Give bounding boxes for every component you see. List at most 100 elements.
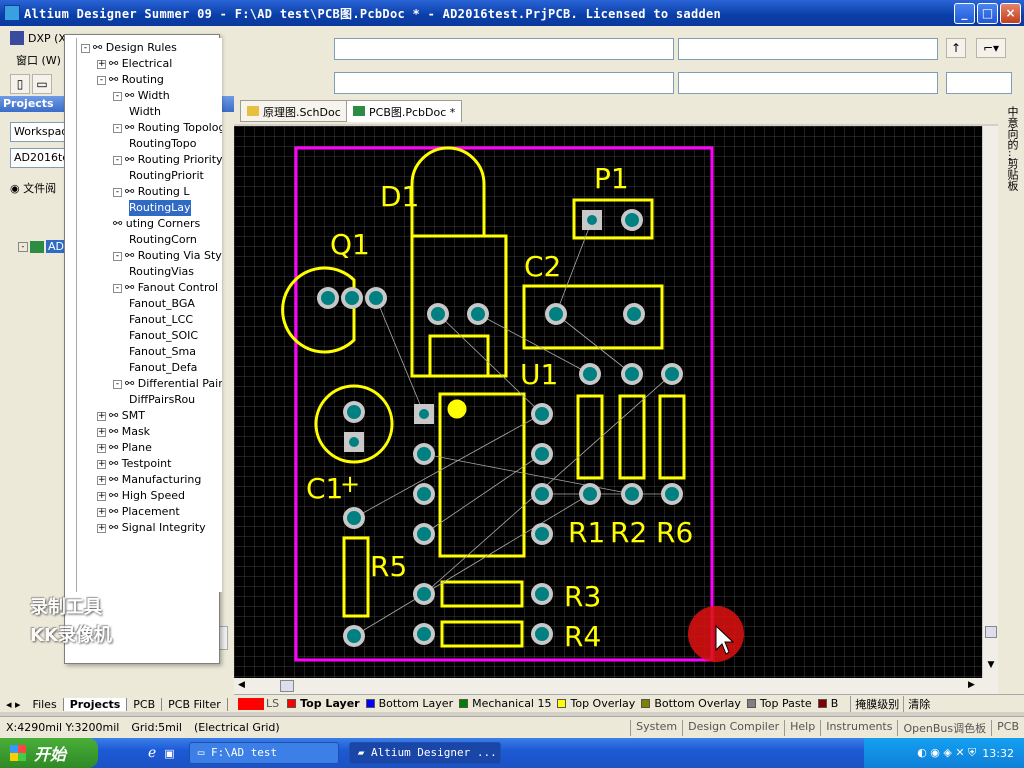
left-tab[interactable]: Files	[27, 697, 64, 711]
layer-tab[interactable]: Top Layer	[287, 697, 360, 710]
rule-tree-item[interactable]: Fanout_BGA	[129, 296, 195, 312]
expand-icon[interactable]: +	[97, 59, 106, 69]
rule-tree-item[interactable]: - ⚯ Design Rules	[81, 40, 177, 56]
toolbar-dropdown-2[interactable]	[678, 38, 938, 60]
rule-tree-item[interactable]: RoutingCorn	[129, 232, 197, 248]
expand-icon[interactable]: +	[97, 411, 106, 421]
expand-icon[interactable]: +	[97, 443, 106, 453]
left-tab[interactable]: PCB	[127, 697, 163, 711]
rule-tree-item[interactable]: + ⚯ Mask	[97, 424, 150, 440]
collapse-icon[interactable]: -	[113, 155, 122, 165]
rule-tree-item[interactable]: RoutingLay	[129, 200, 191, 216]
rule-tree-item[interactable]: - ⚯ Routing Via Styl	[113, 248, 222, 264]
desktop-icon[interactable]: ▣	[164, 747, 174, 760]
tab-nav-arrows-icon[interactable]: ◂ ▸	[0, 698, 27, 711]
scroll-right-icon[interactable]: ▶	[968, 680, 975, 690]
layer-set-button[interactable]: LS	[266, 697, 279, 710]
vscroll-thumb[interactable]	[985, 626, 997, 638]
layer-tab[interactable]: B	[817, 697, 838, 710]
close-button[interactable]: ×	[1000, 3, 1021, 24]
rule-tree-item[interactable]: + ⚯ Testpoint	[97, 456, 171, 472]
toolbar-dropdown-1[interactable]	[334, 38, 674, 60]
project-field[interactable]: AD2016te	[10, 148, 68, 168]
toolbar-dropdown-4[interactable]	[678, 72, 938, 94]
rule-tree-item[interactable]: + ⚯ Manufacturing	[97, 472, 201, 488]
layer-tab[interactable]: Bottom Layer	[365, 697, 453, 710]
maximize-button[interactable]: □	[977, 3, 998, 24]
collapse-icon[interactable]: -	[113, 251, 122, 261]
status-panel-button[interactable]: PCB	[991, 719, 1024, 736]
tab-schematic[interactable]: 原理图.SchDoc	[240, 100, 348, 122]
tray-icons[interactable]: ◐ ◉ ◈ ✕ ⛨	[917, 746, 976, 760]
hscroll-thumb[interactable]	[280, 680, 294, 692]
rule-tree-item[interactable]: - ⚯ Width	[113, 88, 170, 104]
collapse-icon[interactable]: -	[113, 379, 122, 389]
layer-tab[interactable]: Top Overlay	[557, 697, 635, 710]
expand-icon[interactable]: +	[97, 507, 106, 517]
rule-tree-item[interactable]: RoutingPriorit	[129, 168, 204, 184]
rule-tree-item[interactable]: DiffPairsRou	[129, 392, 195, 408]
collapse-icon[interactable]: -	[113, 283, 122, 293]
scroll-left-icon[interactable]: ◀	[238, 680, 245, 690]
rule-tree-item[interactable]: + ⚯ Placement	[97, 504, 180, 520]
toolbar-dropdown-3[interactable]	[334, 72, 674, 94]
rule-tree-item[interactable]: - ⚯ Routing L	[113, 184, 190, 200]
rule-tree-item[interactable]: ⚯ uting Corners	[113, 216, 200, 232]
expand-icon[interactable]: +	[97, 427, 106, 437]
collapse-icon[interactable]: -	[81, 43, 90, 53]
tab-pcb[interactable]: PCB图.PcbDoc *	[346, 100, 463, 122]
horizontal-scrollbar[interactable]: ◀ ▶	[234, 678, 998, 694]
rule-tree-item[interactable]: Fanout_Sma	[129, 344, 196, 360]
mask-level-button[interactable]: 掩膜级别	[850, 695, 903, 712]
rule-tree-item[interactable]: Fanout_SOIC	[129, 328, 198, 344]
rule-tree-item[interactable]: Fanout_LCC	[129, 312, 193, 328]
rule-tree-item[interactable]: - ⚯ Routing	[97, 72, 164, 88]
clipboard-panel-tab[interactable]: 剪贴板	[1004, 158, 1020, 191]
expand-icon[interactable]: +	[97, 475, 106, 485]
rule-tree-item[interactable]: Width	[129, 104, 161, 120]
rule-tree-item[interactable]: + ⚯ Electrical	[97, 56, 172, 72]
expand-icon[interactable]: +	[97, 459, 106, 469]
layer-tab[interactable]: Mechanical 15	[459, 697, 551, 710]
layer-tab[interactable]: Bottom Overlay	[641, 697, 741, 710]
left-tab[interactable]: PCB Filter	[162, 697, 228, 711]
vertical-scrollbar[interactable]: ▼	[982, 126, 998, 678]
rule-tree-item[interactable]: RoutingTopo	[129, 136, 196, 152]
expand-icon[interactable]: +	[97, 523, 106, 533]
clear-button[interactable]: 清除	[903, 695, 934, 712]
start-button[interactable]: 开始	[0, 738, 98, 768]
rule-tree-item[interactable]: + ⚯ High Speed	[97, 488, 185, 504]
status-panel-button[interactable]: Help	[784, 719, 820, 736]
layer-tab[interactable]: Top Paste	[746, 697, 812, 710]
chart-icon[interactable]: ⌐▾	[976, 38, 1006, 58]
collapse-icon[interactable]: -	[113, 91, 122, 101]
collapse-icon[interactable]: -	[113, 123, 122, 133]
right-panel-tab-1[interactable]: 中意向的...	[1004, 106, 1020, 161]
ie-icon[interactable]: ℯ	[148, 745, 156, 761]
pcb-drawing[interactable]: D1 P1 Q1 C2 U1 C1 R5 R1 R2 R6 R3 R4 +	[234, 126, 982, 678]
project-tree-root[interactable]: - AD	[18, 240, 66, 253]
scroll-down-icon[interactable]: ▼	[985, 660, 997, 674]
window-menu[interactable]: 窗口 (W)	[16, 52, 61, 68]
collapse-icon[interactable]: -	[97, 75, 106, 85]
status-panel-button[interactable]: OpenBus调色板	[897, 719, 991, 736]
rule-tree-item[interactable]: - ⚯ Routing Topolog	[113, 120, 222, 136]
rule-tree-item[interactable]: - ⚯ Routing Priority	[113, 152, 222, 168]
expand-icon[interactable]: +	[97, 491, 106, 501]
rule-tree-item[interactable]: + ⚯ Plane	[97, 440, 152, 456]
status-panel-button[interactable]: Instruments	[820, 719, 897, 736]
rule-tree-item[interactable]: + ⚯ Signal Integrity	[97, 520, 206, 536]
rule-tree-item[interactable]: + ⚯ SMT	[97, 408, 145, 424]
status-panel-button[interactable]: Design Compiler	[682, 719, 784, 736]
rule-tree-item[interactable]: - ⚯ Fanout Control	[113, 280, 218, 296]
collapse-icon[interactable]: -	[18, 241, 28, 252]
pcb-editor-canvas[interactable]: D1 P1 Q1 C2 U1 C1 R5 R1 R2 R6 R3 R4 +	[234, 126, 982, 678]
file-view-radio[interactable]: ◉ 文件阅	[10, 180, 56, 196]
left-tab[interactable]: Projects	[63, 697, 128, 711]
rule-tree-item[interactable]: Fanout_Defa	[129, 360, 197, 376]
dxp-menu[interactable]: DXP (X)	[10, 31, 70, 45]
status-panel-button[interactable]: System	[630, 719, 682, 736]
up-arrow-icon[interactable]: ↑	[946, 38, 966, 58]
collapse-icon[interactable]: -	[113, 187, 122, 197]
task-explorer[interactable]: ▭ F:\AD test	[188, 742, 339, 764]
